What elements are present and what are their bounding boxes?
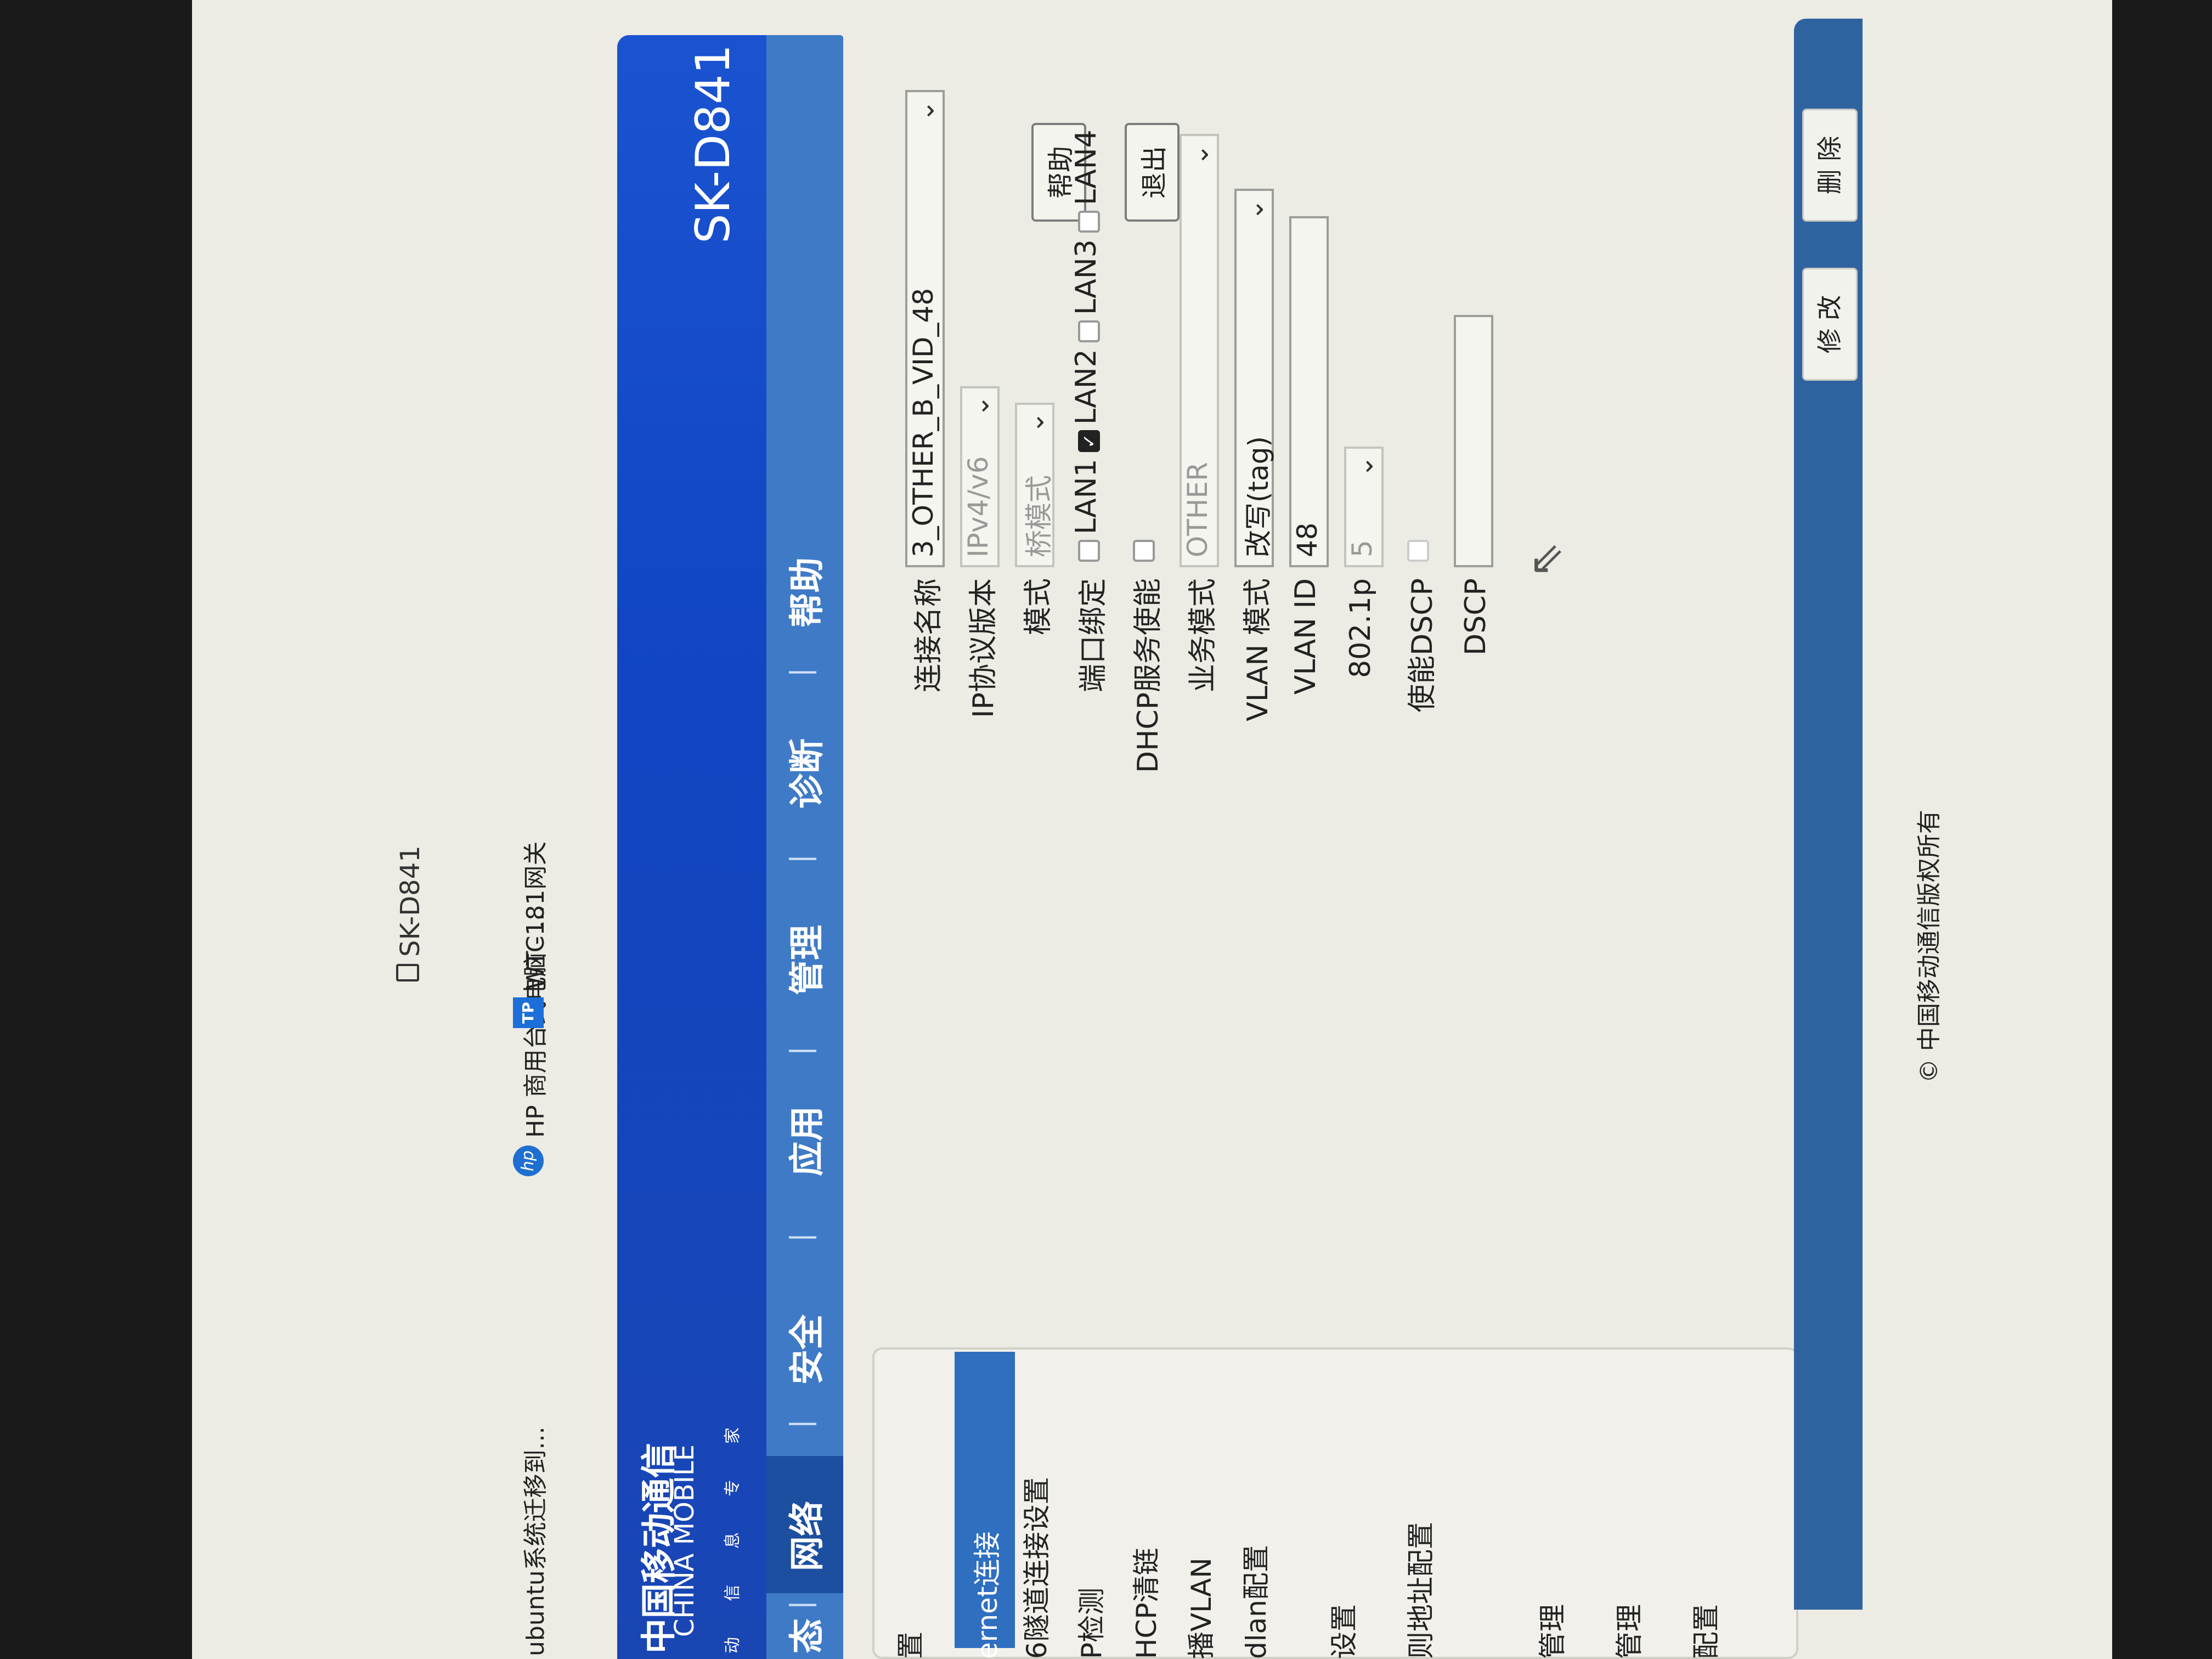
nav-separator: | bbox=[785, 668, 816, 677]
nav-diagnosis[interactable]: 诊断 bbox=[779, 738, 830, 809]
p8021-select[interactable]: 5 ⌄ bbox=[1344, 447, 1384, 567]
lan1-label: LAN1 bbox=[1070, 459, 1103, 534]
sidebar-item-setup[interactable]: 设置 bbox=[1322, 1604, 1362, 1659]
chevron-down-icon: ⌄ bbox=[1239, 199, 1269, 221]
sidebar-item-wlan-config[interactable]: dlan配置 bbox=[1234, 1545, 1274, 1659]
vlan-id-label: VLAN ID bbox=[1289, 578, 1322, 695]
exit-button[interactable]: 退出 bbox=[1125, 123, 1180, 222]
connection-name-label: 连接名称 bbox=[912, 578, 945, 693]
nav-separator: | bbox=[785, 1419, 816, 1429]
sidebar-item-dhcp[interactable]: HCP清链 bbox=[1125, 1548, 1164, 1659]
sidebar-item-multicast-vlan[interactable]: 播VLAN bbox=[1180, 1558, 1219, 1659]
main-nav bbox=[766, 35, 843, 1659]
chevron-down-icon: ⌄ bbox=[1348, 455, 1379, 478]
copyright-text: © 中国移动通信版权所有 bbox=[1915, 810, 1943, 1083]
logo-subtitle: 动 信 息 专 家 bbox=[723, 1412, 742, 1654]
sidebar-item-ip-detect[interactable]: P检测 bbox=[1070, 1588, 1109, 1659]
header-banner bbox=[617, 35, 766, 1659]
nav-separator: | bbox=[785, 1600, 816, 1610]
p8021-value: 5 bbox=[1346, 540, 1378, 557]
ip-version-select[interactable]: IPv4/v6 ⌄ bbox=[960, 386, 1000, 567]
model-title: SK-D841 bbox=[686, 44, 741, 244]
port-binding-label: 端口绑定 bbox=[1077, 578, 1110, 693]
chevron-down-icon: ⌄ bbox=[1019, 411, 1050, 434]
bookmark-wtc181[interactable]: WTC181网关 bbox=[516, 841, 551, 990]
dscp-enable-checkbox[interactable] bbox=[1407, 540, 1429, 562]
dscp-enable-label: 使能DSCP bbox=[1406, 578, 1439, 713]
chevron-down-icon: ⌄ bbox=[964, 395, 995, 417]
sidebar-item-settings[interactable]: 置 bbox=[889, 1632, 928, 1659]
service-mode-label: 业务模式 bbox=[1187, 578, 1220, 693]
mode-select[interactable]: 桥模式 ⌄ bbox=[1015, 403, 1055, 567]
sidebar-item-internet[interactable]: ernet连接 bbox=[966, 1532, 1005, 1659]
ip-version-value: IPv4/v6 bbox=[962, 456, 994, 557]
hp-icon: hp bbox=[513, 1146, 544, 1176]
lan3-checkbox[interactable] bbox=[1078, 320, 1100, 342]
lan2-checkbox[interactable]: ✓ bbox=[1078, 430, 1100, 452]
action-bar bbox=[1794, 19, 1863, 1610]
p8021-label: 802.1p bbox=[1344, 578, 1377, 678]
chevron-down-icon: ⌄ bbox=[910, 100, 940, 122]
modify-button[interactable]: 修 改 bbox=[1802, 268, 1858, 381]
sidebar-item-manage-1[interactable]: 管理 bbox=[1531, 1604, 1570, 1659]
service-mode-select[interactable]: OTHER ⌄ bbox=[1180, 134, 1219, 567]
mouse-cursor-icon: ⇖ bbox=[1520, 541, 1571, 578]
service-mode-value: OTHER bbox=[1182, 462, 1214, 557]
nav-application[interactable]: 应用 bbox=[779, 1106, 830, 1176]
lan1-checkbox[interactable] bbox=[1078, 540, 1100, 562]
dhcp-enable-checkbox[interactable] bbox=[1133, 540, 1155, 562]
delete-button[interactable]: 删 除 bbox=[1802, 109, 1858, 222]
tp-icon: TP bbox=[513, 997, 544, 1028]
sidebar-item-config[interactable]: 配置 bbox=[1684, 1604, 1724, 1659]
vlan-mode-value: 改写(tag) bbox=[1243, 436, 1274, 557]
mode-label: 模式 bbox=[1022, 578, 1055, 636]
vlan-id-input[interactable]: 48 bbox=[1289, 216, 1329, 567]
ip-version-label: IP协议版本 bbox=[967, 578, 1000, 718]
vlan-mode-select[interactable]: 改写(tag) ⌄ bbox=[1234, 189, 1274, 567]
nav-network[interactable]: 网络 bbox=[779, 1501, 830, 1571]
lan4-label: LAN4 bbox=[1070, 129, 1103, 205]
connection-name-value: 3_OTHER_B_VID_48 bbox=[907, 287, 939, 557]
mode-value: 桥模式 bbox=[1023, 475, 1055, 557]
nav-separator: | bbox=[785, 1233, 816, 1242]
lan3-label: LAN3 bbox=[1070, 239, 1103, 315]
vlan-id-value: 48 bbox=[1291, 522, 1323, 557]
dscp-input[interactable] bbox=[1454, 315, 1493, 567]
browser-screen: SK-D841 ubuntu系统迁移到... hp HP 商用台式电脑 - ..… bbox=[192, 0, 2112, 1659]
sidebar-item-manage-2[interactable]: 管理 bbox=[1607, 1604, 1647, 1659]
bookmark-ubuntu[interactable]: ubuntu系统迁移到... bbox=[516, 1426, 551, 1656]
tab-title[interactable]: SK-D841 bbox=[395, 845, 426, 957]
chevron-down-icon: ⌄ bbox=[1184, 144, 1215, 166]
dscp-label: DSCP bbox=[1459, 578, 1492, 656]
nav-separator: | bbox=[785, 854, 816, 864]
vlan-mode-label: VLAN 模式 bbox=[1242, 578, 1274, 721]
nav-help[interactable]: 帮助 bbox=[779, 557, 830, 628]
lan2-label: LAN2 bbox=[1070, 349, 1103, 425]
sidebar-item-address-rules[interactable]: 则地址配置 bbox=[1399, 1522, 1438, 1659]
sidebar-item-tunnel[interactable]: 6隧道连接设置 bbox=[1015, 1477, 1054, 1659]
nav-separator: | bbox=[785, 1046, 816, 1056]
connection-name-select[interactable]: 3_OTHER_B_VID_48 ⌄ bbox=[905, 90, 945, 567]
dhcp-enable-label: DHCP服务使能 bbox=[1132, 578, 1165, 773]
logo-english: CHINA MOBILE bbox=[669, 1444, 700, 1637]
document-icon bbox=[396, 964, 419, 981]
nav-security[interactable]: 安全 bbox=[779, 1314, 830, 1385]
lan4-checkbox[interactable] bbox=[1078, 211, 1100, 233]
nav-management[interactable]: 管理 bbox=[779, 925, 830, 995]
nav-status[interactable]: 态 bbox=[779, 1618, 830, 1654]
